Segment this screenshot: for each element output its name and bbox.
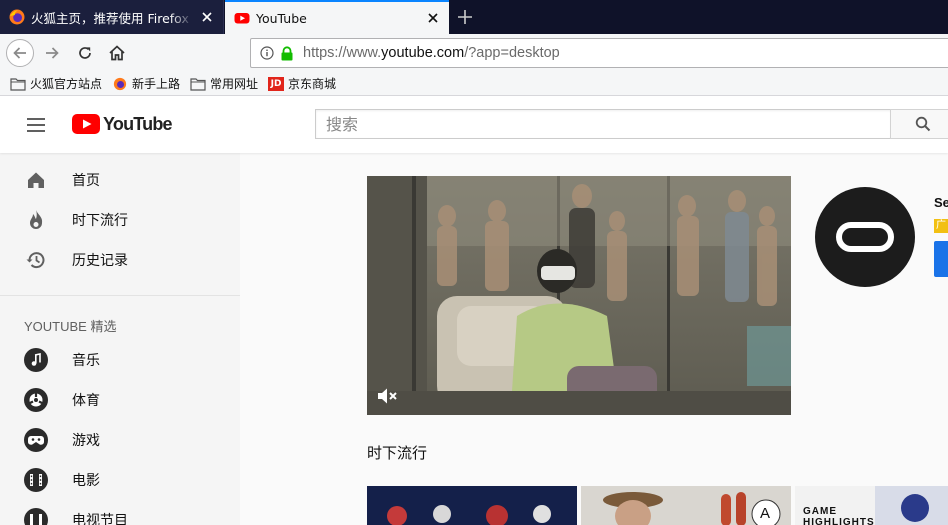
ad-badge: 广告 bbox=[934, 219, 948, 233]
bookmark-label: 京东商城 bbox=[288, 77, 337, 91]
sidebar-item-history[interactable]: 历史记录 bbox=[0, 240, 240, 280]
sidebar-item-label: 游戏 bbox=[72, 433, 100, 449]
info-icon[interactable] bbox=[260, 46, 274, 60]
tab-title: YouTube bbox=[256, 10, 307, 26]
lock-icon bbox=[281, 45, 293, 60]
url-prefix: https://www. bbox=[303, 45, 382, 61]
masthead: YouTube bbox=[0, 96, 948, 153]
bookmark-label: 常用网址 bbox=[210, 77, 259, 91]
logo-text: YouTube bbox=[103, 113, 173, 134]
sidebar-item-sports[interactable]: 体育 bbox=[0, 380, 240, 420]
video-frame bbox=[367, 176, 791, 415]
gaming-icon bbox=[24, 428, 48, 452]
tab-title: 火狐主页，推荐使用 Firefox 火狐 bbox=[31, 10, 194, 26]
forward-arrow-icon bbox=[46, 47, 59, 59]
url-bar[interactable]: https://www.youtube.com/?app=desktop bbox=[250, 38, 948, 68]
youtube-logo[interactable]: YouTube bbox=[72, 113, 173, 135]
music-icon bbox=[24, 348, 48, 372]
bookmark-label: 火狐官方站点 bbox=[30, 77, 103, 91]
url-suffix: /?app=desktop bbox=[464, 45, 560, 61]
jd-icon: JD bbox=[268, 76, 285, 91]
bookmark-firefox-official[interactable]: 火狐官方站点 bbox=[10, 75, 102, 92]
new-tab-icon[interactable] bbox=[456, 8, 474, 26]
trending-thumbnail-2[interactable]: A bbox=[581, 486, 791, 525]
bookmark-jd[interactable]: JD 京东商城 bbox=[268, 75, 336, 92]
firefox-icon bbox=[113, 77, 127, 90]
sidebar-item-tv-shows[interactable]: 电视节目 bbox=[0, 500, 240, 525]
reload-button[interactable] bbox=[71, 39, 99, 67]
advertiser-avatar[interactable] bbox=[815, 187, 915, 287]
game-highlights-label: GAME HIGHLIGHTS bbox=[803, 506, 875, 525]
sidebar-item-trending[interactable]: 时下流行 bbox=[0, 200, 240, 240]
bookmark-common-sites[interactable]: 常用网址 bbox=[190, 75, 258, 92]
reload-icon bbox=[79, 47, 91, 59]
firefox-icon bbox=[9, 9, 25, 25]
oculus-logo-icon bbox=[836, 222, 894, 252]
ad-title[interactable]: Se bbox=[934, 195, 948, 210]
close-icon[interactable] bbox=[426, 11, 440, 25]
sidebar-item-label: 时下流行 bbox=[72, 213, 128, 229]
sidebar-item-label: 历史记录 bbox=[72, 253, 128, 269]
navigation-toolbar: https://www.youtube.com/?app=desktop bbox=[0, 34, 948, 72]
flame-icon bbox=[24, 208, 48, 232]
ad-cta-button[interactable] bbox=[934, 241, 948, 277]
bookmarks-toolbar: 火狐官方站点 新手上路 常用网址 JD 京东商城 bbox=[0, 72, 948, 96]
youtube-icon bbox=[234, 13, 250, 24]
history-icon bbox=[24, 248, 48, 272]
youtube-page: YouTube 首页 时下流行 历史记录 YOUTUB bbox=[0, 96, 948, 525]
tab-strip: 火狐主页，推荐使用 Firefox 火狐 YouTube bbox=[0, 0, 948, 34]
sidebar-item-label: 首页 bbox=[72, 173, 100, 189]
search-icon bbox=[915, 116, 931, 132]
home-button[interactable] bbox=[103, 39, 131, 67]
tab-youtube[interactable]: YouTube bbox=[225, 0, 449, 34]
mute-icon[interactable] bbox=[375, 384, 399, 408]
sidebar-item-label: 音乐 bbox=[72, 353, 100, 369]
sidebar-item-music[interactable]: 音乐 bbox=[0, 340, 240, 380]
sidebar-section-heading: YOUTUBE 精选 bbox=[24, 319, 117, 334]
trending-thumbnail-3[interactable]: GAME HIGHLIGHTS bbox=[795, 486, 948, 525]
sidebar-item-movies[interactable]: 电影 bbox=[0, 460, 240, 500]
forward-button[interactable] bbox=[38, 39, 66, 67]
sidebar-item-gaming[interactable]: 游戏 bbox=[0, 420, 240, 460]
sidebar-item-label: 电视节目 bbox=[72, 513, 128, 525]
search-input[interactable] bbox=[316, 110, 891, 138]
menu-icon[interactable] bbox=[24, 115, 48, 135]
tv-icon bbox=[24, 508, 48, 525]
thumbnail-marker: A bbox=[760, 505, 771, 522]
search-box bbox=[315, 109, 891, 139]
folder-icon bbox=[190, 77, 206, 91]
close-icon[interactable] bbox=[200, 10, 214, 24]
home-icon bbox=[109, 45, 125, 61]
thumbnail-image bbox=[367, 486, 577, 525]
bookmark-getting-started[interactable]: 新手上路 bbox=[112, 75, 180, 92]
url-text: https://www.youtube.com/?app=desktop bbox=[303, 45, 560, 61]
youtube-play-icon bbox=[72, 114, 100, 134]
sports-icon bbox=[24, 388, 48, 412]
home-icon bbox=[24, 168, 48, 192]
guide-sidebar: 首页 时下流行 历史记录 YOUTUBE 精选 音乐 体育 游戏 电影 电视节目 bbox=[0, 153, 240, 525]
sidebar-divider bbox=[0, 295, 240, 296]
bookmark-label: 新手上路 bbox=[132, 77, 181, 91]
masthead-video[interactable] bbox=[367, 176, 791, 415]
sidebar-item-label: 电影 bbox=[72, 473, 100, 489]
back-arrow-icon bbox=[13, 47, 26, 59]
sidebar-item-home[interactable]: 首页 bbox=[0, 160, 240, 200]
sidebar-item-label: 体育 bbox=[72, 393, 100, 409]
url-domain: youtube.com bbox=[381, 45, 465, 61]
tab-firefox-home[interactable]: 火狐主页，推荐使用 Firefox 火狐 bbox=[0, 0, 224, 34]
trending-heading: 时下流行 bbox=[367, 444, 428, 462]
back-button[interactable] bbox=[6, 39, 34, 67]
film-icon bbox=[24, 468, 48, 492]
trending-thumbnail-1[interactable] bbox=[367, 486, 577, 525]
search-button[interactable] bbox=[890, 109, 948, 139]
folder-icon bbox=[10, 77, 26, 91]
